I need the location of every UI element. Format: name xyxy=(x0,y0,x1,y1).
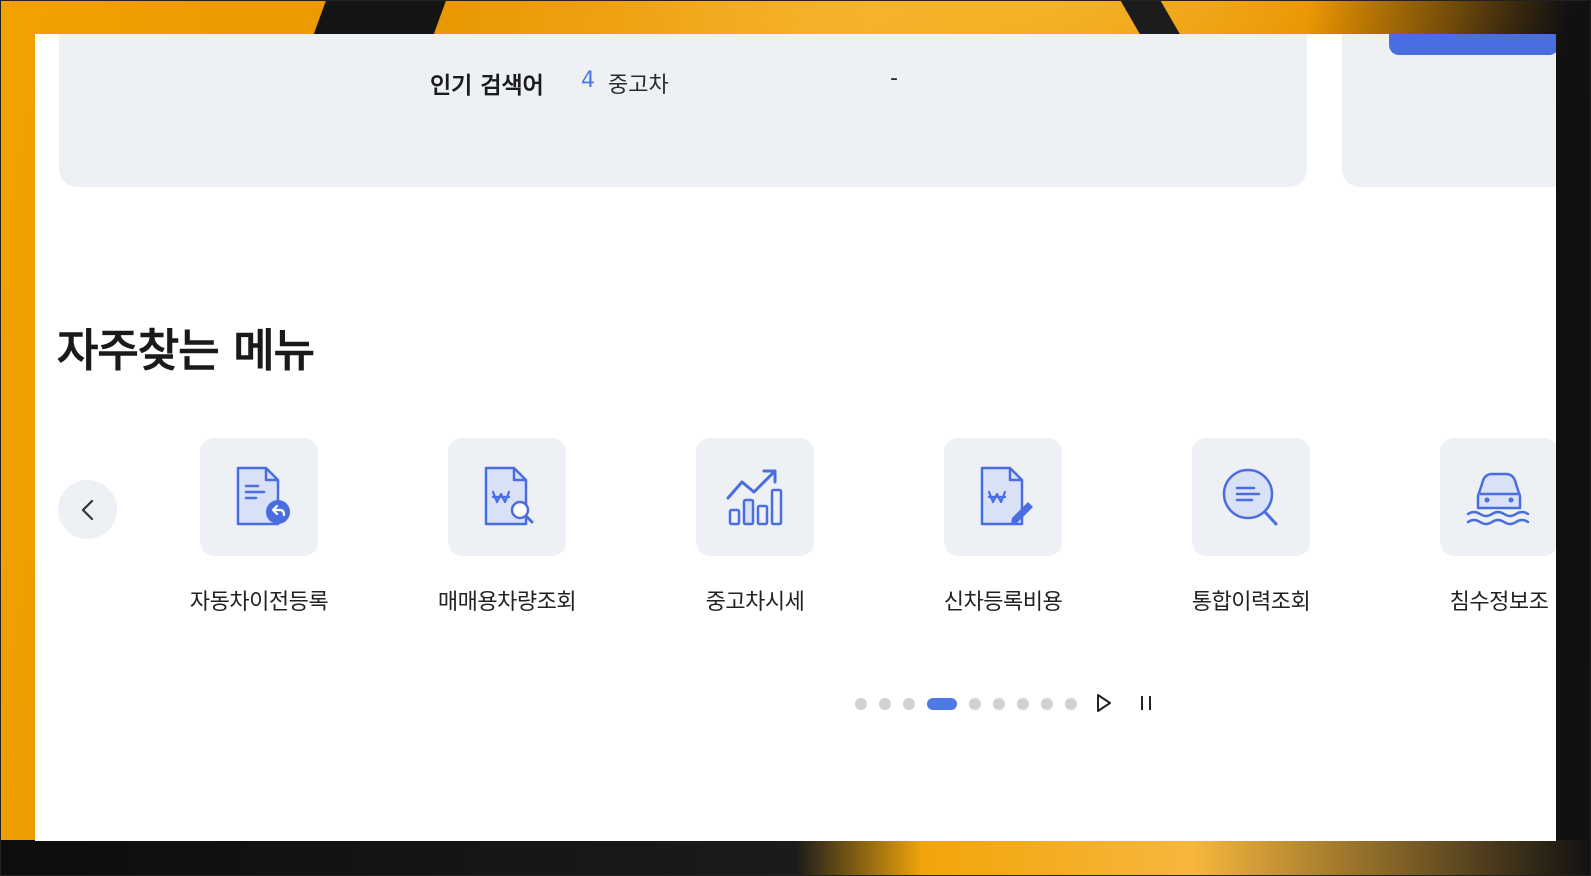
carousel-prev-button[interactable] xyxy=(58,480,117,539)
menu-item-dealer-vehicle-lookup[interactable]: 매매용차량조회 xyxy=(392,438,622,616)
pagination-dot[interactable] xyxy=(969,698,981,710)
document-return-icon xyxy=(236,466,290,526)
document-won-edit-icon xyxy=(980,466,1033,526)
pagination-dot[interactable] xyxy=(1041,698,1053,710)
section-title: 자주찾는 메뉴 xyxy=(57,324,315,377)
menu-item-label: 신차등록비용 xyxy=(943,590,1063,615)
pagination-dot[interactable] xyxy=(993,698,1005,710)
menu-item-label: 자동차이전등록 xyxy=(189,590,329,615)
menu-item-new-car-registration-cost[interactable]: 신차등록비용 xyxy=(888,438,1118,616)
pagination-dot[interactable] xyxy=(855,698,867,710)
menu-item-label: 통합이력조회 xyxy=(1191,590,1311,615)
flooded-car-icon xyxy=(1466,472,1530,526)
carousel-pagination xyxy=(855,697,1089,711)
menu-icon-box xyxy=(696,438,814,556)
main-panel: 인기 검색어 4 중고차 - 자주찾는 메뉴 자동차이전등록 매매용차량조회 중… xyxy=(35,34,1556,841)
chevron-left-icon xyxy=(81,499,93,520)
background-bottom xyxy=(0,840,1591,876)
play-icon[interactable] xyxy=(1092,692,1114,714)
popular-search-rank: 4 xyxy=(581,68,595,93)
pagination-dot[interactable] xyxy=(1017,698,1029,710)
menu-item-integrated-history[interactable]: 통합이력조회 xyxy=(1136,438,1366,616)
document-won-search-icon xyxy=(484,466,534,526)
menu-item-label: 중고차시세 xyxy=(705,590,805,615)
pagination-dot[interactable] xyxy=(1065,698,1077,710)
menu-icon-box xyxy=(448,438,566,556)
popular-search-change: - xyxy=(890,66,898,91)
menu-item-label: 매매용차량조회 xyxy=(437,590,577,615)
menu-item-flood-info[interactable]: 침수정보조 xyxy=(1384,438,1556,616)
pagination-dot[interactable] xyxy=(903,698,915,710)
popular-search-label: 인기 검색어 xyxy=(430,73,544,99)
menu-icon-box xyxy=(200,438,318,556)
search-list-icon xyxy=(1222,468,1278,526)
pagination-dot[interactable] xyxy=(879,698,891,710)
menu-item-label: 침수정보조 xyxy=(1449,590,1549,615)
menu-item-vehicle-transfer[interactable]: 자동차이전등록 xyxy=(144,438,374,616)
menu-icon-box xyxy=(1192,438,1310,556)
pause-icon[interactable] xyxy=(1135,692,1157,714)
side-button[interactable] xyxy=(1389,34,1556,55)
pagination-dot-active[interactable] xyxy=(927,698,957,710)
popular-search-term[interactable]: 중고차 xyxy=(608,67,669,99)
background-shape xyxy=(313,0,447,34)
menu-icon-box xyxy=(944,438,1062,556)
menu-item-used-car-price[interactable]: 중고차시세 xyxy=(640,438,870,616)
popular-search-box xyxy=(59,34,1307,187)
chart-trend-icon xyxy=(726,469,783,526)
menu-icon-box xyxy=(1440,438,1556,556)
side-box xyxy=(1342,34,1556,187)
